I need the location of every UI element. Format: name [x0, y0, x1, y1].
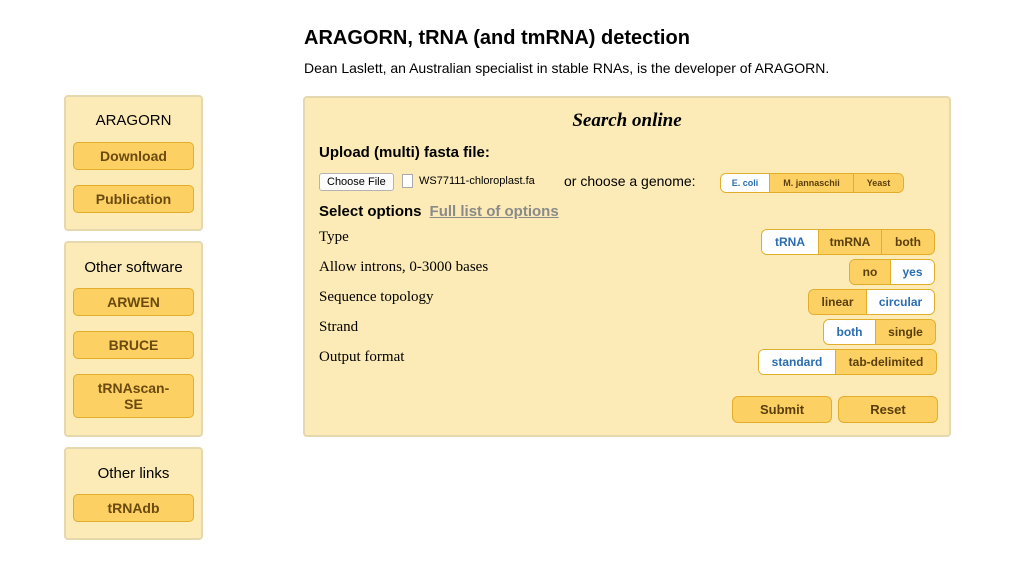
strand-single-option[interactable]: single — [875, 320, 935, 344]
search-panel: Search online Upload (multi) fasta file:… — [303, 96, 951, 437]
type-label: Type — [319, 229, 349, 245]
output-format-selector: standard tab-delimited — [758, 349, 937, 375]
trnascan-se-label: tRNAscan-SE — [97, 380, 170, 412]
genome-selector: E. coli M. jannaschii Yeast — [720, 173, 904, 193]
header: ARAGORN, tRNA (and tmRNA) detection Dean… — [304, 26, 829, 77]
full-list-link[interactable]: Full list of options — [430, 203, 559, 220]
sidebar-box-aragorn: ARAGORN Download Publication — [64, 95, 203, 231]
file-icon — [402, 174, 413, 188]
page-subtitle: Dean Laslett, an Australian specialist i… — [304, 60, 830, 76]
strand-both-option[interactable]: both — [824, 320, 875, 344]
trnadb-button[interactable]: tRNAdb — [73, 494, 194, 522]
output-format-label: Output format — [319, 349, 405, 365]
sidebar-box-other-software: Other software ARWEN BRUCE tRNAscan-SE — [64, 241, 203, 437]
introns-yes-option[interactable]: yes — [890, 260, 934, 284]
topology-linear-option[interactable]: linear — [809, 290, 866, 314]
arwen-button[interactable]: ARWEN — [73, 288, 194, 316]
sidebar-box-other-links: Other links tRNAdb — [64, 447, 203, 540]
select-options-row: Select options Full list of options — [319, 203, 559, 220]
page-title: ARAGORN, tRNA (and tmRNA) detection — [304, 27, 690, 49]
genome-mjannaschii-option[interactable]: M. jannaschii — [769, 174, 853, 192]
selected-file-name: WS77111-chloroplast.fa — [419, 175, 535, 187]
sidebar-box-title: Other software — [84, 259, 183, 276]
choose-file-button[interactable]: Choose File — [319, 173, 394, 191]
type-trna-option[interactable]: tRNA — [762, 230, 818, 254]
strand-label: Strand — [319, 319, 359, 335]
publication-button[interactable]: Publication — [73, 185, 194, 213]
topology-label: Sequence topology — [319, 289, 434, 305]
submit-button[interactable]: Submit — [732, 396, 832, 423]
type-tmrna-option[interactable]: tmRNA — [818, 230, 881, 254]
sidebar-box-title: Other links — [97, 465, 170, 482]
topology-circular-option[interactable]: circular — [866, 290, 934, 314]
genome-ecoli-option[interactable]: E. coli — [721, 174, 769, 192]
introns-selector: no yes — [849, 259, 935, 285]
output-tab-delimited-option[interactable]: tab-delimited — [835, 350, 936, 374]
topology-selector: linear circular — [808, 289, 935, 315]
genome-yeast-option[interactable]: Yeast — [853, 174, 903, 192]
type-selector: tRNA tmRNA both — [761, 229, 935, 255]
trnascan-se-button[interactable]: tRNAscan-SE — [73, 374, 194, 418]
reset-button[interactable]: Reset — [838, 396, 938, 423]
output-standard-option[interactable]: standard — [759, 350, 835, 374]
upload-label: Upload (multi) fasta file: — [319, 144, 490, 161]
search-panel-title: Search online — [572, 110, 682, 131]
genome-label: or choose a genome: — [564, 173, 696, 189]
strand-selector: both single — [823, 319, 936, 345]
type-both-option[interactable]: both — [881, 230, 934, 254]
bruce-button[interactable]: BRUCE — [73, 331, 194, 359]
introns-no-option[interactable]: no — [850, 260, 890, 284]
select-options-label: Select options — [319, 203, 422, 220]
sidebar-box-title: ARAGORN — [95, 112, 172, 129]
download-button[interactable]: Download — [73, 142, 194, 170]
introns-label: Allow introns, 0-3000 bases — [319, 259, 489, 275]
